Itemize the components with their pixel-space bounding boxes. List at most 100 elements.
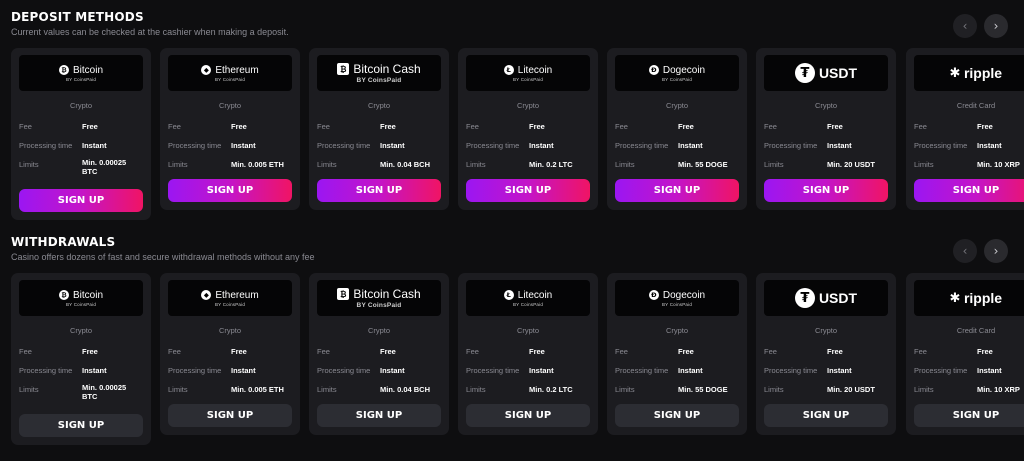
logo-row: ₿ Bitcoin bbox=[58, 65, 103, 76]
ripple-icon: ✱ bbox=[949, 65, 961, 81]
method-logo: ◆ Ethereum BY CoinsPaid bbox=[168, 280, 292, 316]
bitcoin-cash-icon: ₿ bbox=[337, 63, 350, 75]
coinspaid-byline: BY CoinsPaid bbox=[65, 76, 97, 82]
sign-up-button[interactable]: SIGN UP bbox=[317, 404, 441, 427]
sign-up-button[interactable]: SIGN UP bbox=[466, 179, 590, 202]
processing-label: Processing time bbox=[317, 141, 371, 150]
limits-label: Limits bbox=[466, 385, 486, 394]
processing-label: Processing time bbox=[615, 366, 669, 375]
sign-up-button[interactable]: SIGN UP bbox=[19, 414, 143, 437]
fee-value: Free bbox=[827, 347, 843, 356]
method-category: Crypto bbox=[516, 101, 540, 110]
fee-label: Fee bbox=[466, 347, 479, 356]
logo-row: ₮ USDT bbox=[794, 288, 858, 308]
method-category: Crypto bbox=[367, 101, 391, 110]
limits-value: Min. 0.2 LTC bbox=[529, 160, 573, 169]
sign-up-button[interactable]: SIGN UP bbox=[914, 404, 1024, 427]
coinspaid-byline: BY CoinsPaid bbox=[65, 301, 97, 307]
fee-label: Fee bbox=[914, 122, 927, 131]
limits-value: Min. 55 DOGE bbox=[678, 160, 728, 169]
method-logo: ₿ Bitcoin BY CoinsPaid bbox=[19, 280, 143, 316]
sign-up-button[interactable]: SIGN UP bbox=[19, 189, 143, 212]
method-name: Bitcoin bbox=[72, 289, 103, 301]
withdrawals-section: WITHDRAWALS Casino offers dozens of fast … bbox=[0, 235, 1024, 461]
fee-label: Fee bbox=[168, 122, 181, 131]
limits-label: Limits bbox=[168, 160, 188, 169]
logo-row: ◆ Ethereum bbox=[201, 65, 259, 76]
fee-value: Free bbox=[380, 347, 396, 356]
carousel-next-button[interactable]: › bbox=[984, 239, 1008, 263]
method-name: Dogecoin bbox=[662, 289, 706, 301]
processing-label: Processing time bbox=[764, 141, 818, 150]
method-category: Credit Card bbox=[956, 101, 996, 110]
processing-label: Processing time bbox=[466, 366, 520, 375]
method-name: Ethereum bbox=[215, 289, 259, 301]
bitcoin-icon: ₿ bbox=[58, 65, 69, 75]
processing-label: Processing time bbox=[19, 366, 73, 375]
method-logo: ₿ Bitcoin Cash BY CoinsPaid bbox=[317, 280, 441, 316]
limits-label: Limits bbox=[317, 385, 337, 394]
logo-row: ✱ ripple bbox=[949, 290, 1002, 306]
payment-method-card: ₿ Bitcoin BY CoinsPaid Crypto Fee Free Process… bbox=[11, 48, 151, 220]
method-logo: Ł Litecoin BY CoinsPaid bbox=[466, 280, 590, 316]
method-name: USDT bbox=[818, 290, 858, 306]
bitcoin-cash-icon: ₿ bbox=[337, 288, 350, 300]
sign-up-button[interactable]: SIGN UP bbox=[168, 179, 292, 202]
sign-up-button[interactable]: SIGN UP bbox=[317, 179, 441, 202]
logo-row: ₮ USDT bbox=[794, 63, 858, 83]
processing-label: Processing time bbox=[764, 366, 818, 375]
processing-value: Instant bbox=[82, 366, 107, 375]
coinspaid-byline: BY CoinsPaid bbox=[356, 302, 402, 309]
sign-up-button[interactable]: SIGN UP bbox=[615, 179, 739, 202]
logo-row: ₿ Bitcoin Cash bbox=[337, 62, 421, 76]
logo-row: Ł Litecoin bbox=[503, 289, 553, 301]
carousel-prev-button[interactable]: ‹ bbox=[953, 239, 977, 263]
fee-label: Fee bbox=[19, 122, 32, 131]
carousel-next-button[interactable]: › bbox=[984, 14, 1008, 38]
processing-value: Instant bbox=[827, 366, 852, 375]
limits-value: Min. 55 DOGE bbox=[678, 385, 728, 394]
fee-label: Fee bbox=[615, 122, 628, 131]
method-name: Litecoin bbox=[517, 289, 553, 301]
litecoin-icon: Ł bbox=[503, 290, 514, 300]
method-name: Litecoin bbox=[517, 64, 553, 76]
method-logo: Ł Litecoin BY CoinsPaid bbox=[466, 55, 590, 91]
limits-label: Limits bbox=[466, 160, 486, 169]
fee-label: Fee bbox=[317, 122, 330, 131]
method-name: USDT bbox=[818, 65, 858, 81]
method-category: Credit Card bbox=[956, 326, 996, 335]
limits-value: Min. 0.04 BCH bbox=[380, 385, 431, 394]
payment-method-card: ₮ USDT Crypto Fee Free Processing time Instant… bbox=[756, 273, 896, 435]
section-subtitle: Current values can be checked at the cas… bbox=[11, 27, 289, 37]
logo-row: ◆ Ethereum bbox=[201, 289, 259, 301]
payment-method-card: ₿ Bitcoin Cash BY CoinsPaid Crypto Fee Free Pr… bbox=[309, 273, 449, 435]
fee-value: Free bbox=[231, 122, 247, 131]
fee-label: Fee bbox=[615, 347, 628, 356]
sign-up-button[interactable]: SIGN UP bbox=[615, 404, 739, 427]
fee-value: Free bbox=[827, 122, 843, 131]
section-subtitle: Casino offers dozens of fast and secure … bbox=[11, 252, 315, 262]
logo-row: Ł Litecoin bbox=[503, 64, 553, 76]
sign-up-button[interactable]: SIGN UP bbox=[466, 404, 590, 427]
logo-row: Ð Dogecoin bbox=[648, 289, 706, 301]
fee-value: Free bbox=[678, 347, 694, 356]
logo-row: ₿ Bitcoin bbox=[58, 289, 103, 301]
fee-label: Fee bbox=[317, 347, 330, 356]
method-name: Bitcoin Cash bbox=[353, 287, 421, 301]
logo-row: ₿ Bitcoin Cash bbox=[337, 287, 421, 301]
payment-carousel: ₿ Bitcoin BY CoinsPaid Crypto Fee Free Process… bbox=[11, 48, 1024, 220]
payment-method-card: ₿ Bitcoin BY CoinsPaid Crypto Fee Free Process… bbox=[11, 273, 151, 445]
carousel-prev-button[interactable]: ‹ bbox=[953, 14, 977, 38]
processing-value: Instant bbox=[529, 141, 554, 150]
method-logo: ◆ Ethereum BY CoinsPaid bbox=[168, 55, 292, 91]
limits-value: Min. 10 XRP bbox=[977, 160, 1020, 169]
sign-up-button[interactable]: SIGN UP bbox=[764, 404, 888, 427]
method-category: Crypto bbox=[665, 326, 689, 335]
method-category: Crypto bbox=[69, 101, 93, 110]
processing-value: Instant bbox=[678, 366, 703, 375]
sign-up-button[interactable]: SIGN UP bbox=[914, 179, 1024, 202]
processing-value: Instant bbox=[380, 366, 405, 375]
fee-value: Free bbox=[529, 122, 545, 131]
sign-up-button[interactable]: SIGN UP bbox=[764, 179, 888, 202]
sign-up-button[interactable]: SIGN UP bbox=[168, 404, 292, 427]
